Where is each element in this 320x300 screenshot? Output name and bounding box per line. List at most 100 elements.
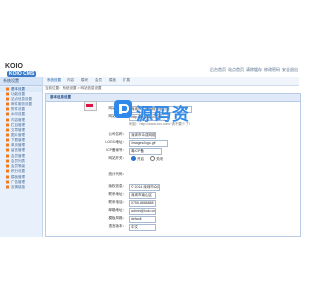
sidebar-item-label: 站点信息设置 <box>11 97 32 101</box>
orange-square-icon <box>6 138 9 142</box>
tab-content[interactable]: 内容 <box>67 78 74 84</box>
breadcrumb: 当前位置：系统设置 > 网站信息设置 <box>45 86 102 90</box>
copyright-label: 版权信息： <box>108 184 127 188</box>
sidebar-item-label: 积分设置 <box>11 169 25 173</box>
top-link-home[interactable]: 后台首页 <box>210 67 226 73</box>
orange-square-icon <box>6 180 9 184</box>
email-input[interactable]: admin@koio.cn <box>129 208 156 215</box>
icp-input[interactable]: 粤ICP备 <box>129 148 162 155</box>
orange-square-icon <box>6 154 9 158</box>
sidebar-item-label: 内容管理 <box>11 118 25 122</box>
company-label: 公司名称： <box>108 132 127 136</box>
logo-label: LOGO地址： <box>105 140 126 144</box>
orange-square-icon <box>6 107 9 111</box>
lang-input[interactable]: 中文 <box>129 224 156 231</box>
sidebar-item-label: 会员管理 <box>11 154 25 158</box>
p-logo-icon <box>114 100 132 118</box>
copyright-input[interactable]: © 2014 深圳市众成网络有限公司 <box>129 184 160 191</box>
row-lang: 语言版本： 中文 <box>46 224 300 232</box>
icp-label: ICP备案号： <box>106 148 126 152</box>
sidebar-item-label: 图片管理 <box>11 133 25 137</box>
top-tabs: 系统设置 内容 模块 会员 模板 扩展 <box>43 77 299 86</box>
sidebar-item-label: 邮件服务设置 <box>11 102 32 106</box>
top-link-cache[interactable]: 清除缓存 <box>246 67 262 73</box>
orange-square-icon <box>6 128 9 132</box>
row-icp: ICP备案号： 粤ICP备 <box>46 148 300 156</box>
sidebar-item-label: 基本设置 <box>11 87 25 91</box>
sidebar-item-label: 文章管理 <box>11 128 25 132</box>
sidebar-item-points[interactable]: 积分设置 <box>0 169 42 174</box>
top-link-logout[interactable]: 安全退出 <box>282 67 298 73</box>
sidebar-item-label: 功能设置 <box>11 92 25 96</box>
phone-input[interactable]: 0755-8888888 <box>129 200 156 207</box>
open-label: 网站开关： <box>108 156 127 160</box>
sidebar-item-label: 会员等级 <box>11 164 25 168</box>
sidebar: 系统设置 基本设置 功能设置 站点信息设置 邮件服务设置 附件设置 水印设置 内… <box>0 77 43 237</box>
tab-member[interactable]: 会员 <box>95 78 102 84</box>
sidebar-title: 系统设置 <box>0 77 42 86</box>
top-nav-links: 后台首页 站点首页 清除缓存 修改密码 安全退出 <box>186 67 298 73</box>
orange-square-icon <box>6 185 9 189</box>
sidebar-group-template: 模板管理 广告管理 友情链接 <box>0 175 42 190</box>
company-input[interactable]: 深圳市众成网络有限公司 <box>129 132 156 139</box>
radio-checked-icon <box>131 156 136 161</box>
tab-template[interactable]: 模板 <box>109 78 116 84</box>
sidebar-item-links[interactable]: 友情链接 <box>0 185 42 190</box>
orange-square-icon <box>6 87 9 91</box>
sidebar-item-label: 附件设置 <box>11 107 25 111</box>
row-logo: LOGO地址： /images/logo.gif <box>46 140 300 148</box>
radio-closed[interactable]: 关闭 <box>150 156 163 162</box>
orange-square-icon <box>6 164 9 168</box>
logo-preview-image <box>86 104 93 107</box>
row-template: 模板风格： default <box>46 216 300 224</box>
orange-square-icon <box>6 133 9 137</box>
tab-module[interactable]: 模块 <box>81 78 88 84</box>
address-label: 联系地址： <box>108 192 127 196</box>
top-link-password[interactable]: 修改密码 <box>264 67 280 73</box>
orange-square-icon <box>6 97 9 101</box>
orange-square-icon <box>6 148 9 152</box>
logo-input[interactable]: /images/logo.gif <box>129 140 168 147</box>
template-label: 模板风格： <box>108 216 127 220</box>
page-root: KOIO KOIO CMS 后台首页 站点首页 清除缓存 修改密码 安全退出 系… <box>0 0 301 300</box>
template-input[interactable]: default <box>129 216 156 223</box>
phone-label: 联系电话： <box>108 200 127 204</box>
sidebar-item-label: 模板管理 <box>11 175 25 179</box>
radio-open[interactable]: 开启 <box>131 156 144 162</box>
logo-preview <box>84 101 97 111</box>
orange-square-icon <box>6 112 9 116</box>
email-label: 邮箱地址： <box>108 208 127 212</box>
sidebar-item-label: 单页管理 <box>11 143 25 147</box>
row-copyright: 版权信息： © 2014 深圳市众成网络有限公司 <box>46 184 300 192</box>
sidebar-group-members: 会员管理 会员列表 会员等级 积分设置 <box>0 154 42 174</box>
sidebar-item-label: 下载管理 <box>11 138 25 142</box>
app-logo[interactable]: KOIO KOIO CMS <box>5 63 45 77</box>
sidebar-item-label: 会员列表 <box>11 159 25 163</box>
row-company: 公司名称： 深圳市众成网络有限公司 <box>46 132 300 140</box>
sidebar-group-content: 内容管理 栏目管理 文章管理 图片管理 下载管理 单页管理 留言管理 <box>0 118 42 153</box>
orange-square-icon <box>6 92 9 96</box>
sidebar-item-label: 栏目管理 <box>11 123 25 127</box>
sidebar-item-guestbook[interactable]: 留言管理 <box>0 148 42 153</box>
sidebar-group-system: 基本设置 功能设置 站点信息设置 邮件服务设置 附件设置 水印设置 <box>0 87 42 117</box>
orange-square-icon <box>6 102 9 106</box>
orange-square-icon <box>6 143 9 147</box>
row-open: 网站开关： 开启 关闭 <box>46 156 300 164</box>
row-address: 联系地址： 深圳市南山区 <box>46 192 300 200</box>
orange-square-icon <box>6 123 9 127</box>
address-input[interactable]: 深圳市南山区 <box>129 192 156 199</box>
sidebar-item-label: 友情链接 <box>11 185 25 189</box>
sidebar-item-label: 留言管理 <box>11 148 25 152</box>
row-stat: 统计代码： <box>46 172 300 180</box>
stat-label: 统计代码： <box>108 172 127 176</box>
sidebar-item-watermark[interactable]: 水印设置 <box>0 112 42 117</box>
tab-system[interactable]: 系统设置 <box>47 78 61 84</box>
row-phone: 联系电话： 0755-8888888 <box>46 200 300 208</box>
radio-unchecked-icon <box>150 156 155 161</box>
orange-square-icon <box>6 118 9 122</box>
tab-extension[interactable]: 扩展 <box>123 78 130 84</box>
watermark-overlay: 源码资 ZMZH.COM <box>114 100 200 130</box>
sidebar-item-label: 水印设置 <box>11 112 25 116</box>
logo-text: KOIO <box>5 63 23 70</box>
top-link-site[interactable]: 站点首页 <box>228 67 244 73</box>
